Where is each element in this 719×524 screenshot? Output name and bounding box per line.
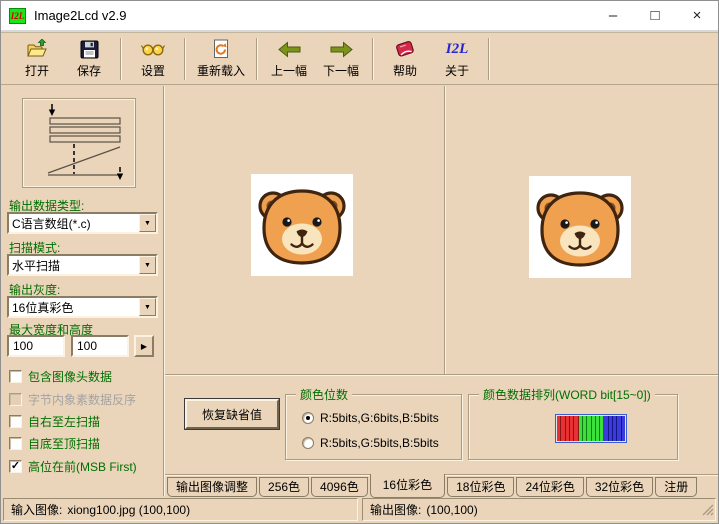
- color-bits-group-label: 颜色位数: [296, 386, 353, 403]
- arrow-left-icon: [277, 38, 301, 60]
- gray-level-select[interactable]: 16位真彩色 ▼: [7, 296, 158, 318]
- output-type-value: C语言数组(*.c): [12, 216, 91, 231]
- max-height-input[interactable]: [71, 335, 129, 357]
- window-controls: – □ ×: [592, 1, 718, 30]
- checkbox-icon: ✓: [9, 392, 22, 406]
- toolbar-separator: [372, 37, 375, 80]
- title-bar: I2L Image2Lcd v2.9 – □ ×: [1, 1, 718, 31]
- settings-button[interactable]: 设置: [127, 35, 179, 82]
- toolbar-separator: [256, 37, 259, 80]
- app-icon: I2L: [9, 7, 26, 24]
- checkbox-reverse-pixel-order: ✓ 字节内象素数据反序: [9, 391, 136, 407]
- size-apply-button[interactable]: ▶: [134, 335, 154, 357]
- minimize-button[interactable]: –: [592, 1, 634, 30]
- preview-divider: [444, 86, 446, 374]
- previous-button-label: 上一幅: [271, 64, 308, 78]
- about-button-label: 关于: [445, 64, 470, 78]
- bear-image: [258, 189, 346, 265]
- tab-16bit-color[interactable]: 16位彩色: [369, 474, 446, 498]
- radio-icon[interactable]: [302, 412, 314, 424]
- tab-4096-color[interactable]: 4096色: [311, 477, 368, 497]
- color-arrangement-group-label: 颜色数据排列(WORD bit[15~0]): [479, 386, 655, 403]
- tab-output-image-adjust[interactable]: 输出图像调整: [167, 477, 258, 497]
- toolbar-separator: [184, 37, 186, 80]
- blue-bit-stripe: [621, 416, 625, 441]
- tab-18bit-color[interactable]: 18位彩色: [447, 477, 515, 497]
- arrow-right-icon: [330, 38, 353, 60]
- save-floppy-icon: [80, 38, 99, 60]
- checkbox-icon[interactable]: ✓: [9, 369, 22, 383]
- gray-level-value: 16位真彩色: [12, 300, 74, 315]
- status-bar: 输入图像: xiong100.jpg (100,100) 输出图像: (100,…: [1, 496, 718, 523]
- restore-defaults-button[interactable]: 恢复缺省值: [185, 399, 279, 429]
- checkbox-scan-right-to-left[interactable]: ✓ 自右至左扫描: [9, 413, 100, 429]
- reload-button[interactable]: 重新载入: [191, 35, 251, 82]
- scan-mode-value: 水平扫描: [12, 258, 61, 273]
- rgb565-word-bar: [555, 414, 627, 443]
- checkbox-include-header[interactable]: ✓ 包含图像头数据: [9, 368, 112, 384]
- window-title: Image2Lcd v2.9: [34, 8, 127, 23]
- output-type-select[interactable]: C语言数组(*.c) ▼: [7, 212, 158, 234]
- toolbar: 打开 保存 设置 重新载入 上一幅 下一幅 帮助 I2L 关于: [1, 32, 718, 85]
- checkbox-icon[interactable]: ✓: [9, 436, 22, 450]
- help-book-icon: [394, 38, 416, 60]
- close-button[interactable]: ×: [676, 1, 718, 30]
- save-button-label: 保存: [76, 64, 101, 78]
- previous-button[interactable]: 上一幅: [263, 35, 315, 82]
- open-button[interactable]: 打开: [11, 35, 63, 82]
- color-arrangement-group: 颜色数据排列(WORD bit[15~0]): [468, 386, 678, 460]
- input-image-status-value: xiong100.jpg (100,100): [67, 502, 191, 517]
- checkbox-icon[interactable]: ✓: [9, 414, 22, 428]
- settings-button-label: 设置: [140, 64, 165, 78]
- tab-256-color[interactable]: 256色: [259, 477, 310, 497]
- tab-24bit-color[interactable]: 24位彩色: [516, 477, 584, 497]
- chevron-down-icon[interactable]: ▼: [139, 214, 156, 232]
- next-button[interactable]: 下一幅: [315, 35, 367, 82]
- radio-rgb565[interactable]: R:5bits,G:6bits,B:5bits: [302, 411, 439, 425]
- output-image-status-value: (100,100): [426, 502, 478, 517]
- left-panel-divider: [163, 86, 165, 498]
- input-image-preview: [251, 174, 353, 276]
- bottom-tab-bar: 输出图像调整 256色 4096色 16位彩色 18位彩色 24位彩色 32位彩…: [165, 474, 718, 498]
- chevron-down-icon[interactable]: ▼: [139, 298, 156, 316]
- output-image-status-label: 输出图像:: [370, 503, 422, 517]
- tab-32bit-color[interactable]: 32位彩色: [585, 477, 654, 497]
- reload-button-label: 重新载入: [197, 64, 246, 78]
- tab-register[interactable]: 注册: [655, 477, 698, 497]
- output-image-status: 输出图像: (100,100): [362, 498, 716, 521]
- radio-icon[interactable]: [302, 437, 314, 449]
- scan-mode-diagram: [23, 99, 135, 187]
- about-button[interactable]: I2L 关于: [431, 35, 483, 82]
- input-image-status: 输入图像: xiong100.jpg (100,100): [3, 498, 358, 521]
- open-button-label: 打开: [24, 64, 49, 78]
- output-image-preview: [529, 176, 631, 278]
- help-button-label: 帮助: [393, 64, 418, 78]
- radio-rgb555[interactable]: R:5bits,G:5bits,B:5bits: [302, 436, 439, 450]
- next-button-label: 下一幅: [323, 64, 360, 78]
- max-width-input[interactable]: [7, 335, 65, 357]
- reload-document-icon: [212, 38, 230, 60]
- checkbox-icon[interactable]: ✓: [9, 459, 22, 473]
- settings-panel-divider: [165, 374, 718, 376]
- help-button[interactable]: 帮助: [379, 35, 431, 82]
- input-image-status-label: 输入图像:: [11, 503, 63, 517]
- scan-mode-select[interactable]: 水平扫描 ▼: [7, 254, 158, 276]
- toolbar-separator: [488, 37, 491, 80]
- maximize-button[interactable]: □: [634, 1, 676, 30]
- about-i2l-icon: I2L: [445, 41, 469, 57]
- open-folder-icon: [26, 38, 48, 60]
- toolbar-separator: [120, 37, 122, 80]
- color-bits-group: 颜色位数 R:5bits,G:6bits,B:5bits R:5bits,G:5…: [285, 386, 462, 460]
- save-button[interactable]: 保存: [63, 35, 115, 82]
- glasses-icon: [141, 38, 165, 60]
- checkbox-scan-bottom-to-top[interactable]: ✓ 自底至顶扫描: [9, 435, 100, 451]
- checkbox-msb-first[interactable]: ✓ 高位在前(MSB First): [9, 458, 137, 474]
- bear-image: [536, 191, 624, 267]
- chevron-down-icon[interactable]: ▼: [139, 256, 156, 274]
- app-window: I2L Image2Lcd v2.9 – □ × 打开 保存 设置 重新载入 上…: [0, 0, 719, 524]
- resize-grip[interactable]: [700, 502, 714, 519]
